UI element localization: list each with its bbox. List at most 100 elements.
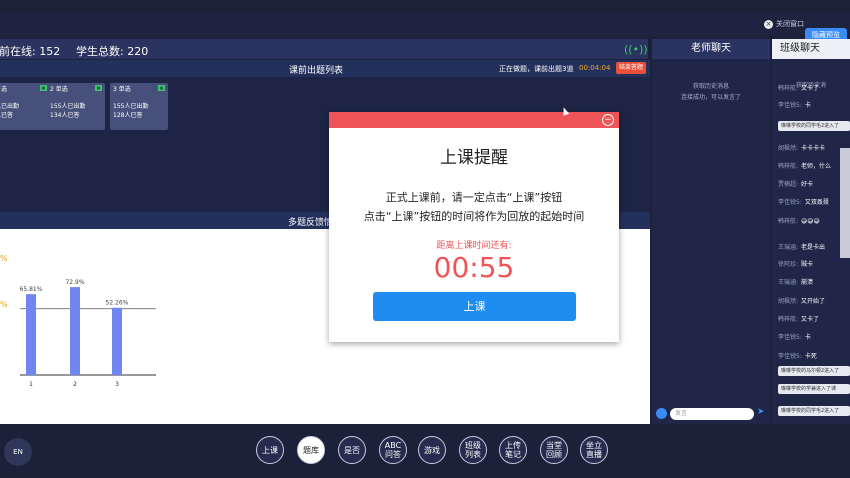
chat-message: 韩梓航: 老师，什么 [778, 161, 831, 170]
dialog-title: 上课提醒 [440, 148, 508, 168]
close-icon: × [764, 19, 773, 29]
question-attend: 155人已出勤 [113, 103, 149, 110]
question-card-3[interactable]: ▦ 3 单选 155人已出勤 128人已答 [110, 83, 168, 130]
toolbar-button[interactable]: 班级 列表 [459, 436, 487, 464]
question-list-title: 课前出题列表 [289, 66, 344, 76]
stats-bar: 前在线: 152 学生总数: 220 [0, 39, 648, 59]
toolbar-button[interactable]: 游戏 [418, 436, 446, 464]
teacher-input-row: 发言 ➤ [652, 403, 770, 424]
question-timer: 00:04:04 [579, 64, 611, 72]
chat-message: 王瑞涵: 老是卡出 [778, 242, 825, 251]
start-class-button[interactable]: 上课 [373, 292, 576, 321]
flag-icon: ▦ [95, 85, 102, 91]
chat-text: 又卡了 [801, 316, 820, 323]
countdown-timer: 00:55 [433, 251, 515, 284]
feedback-title: 多题反馈情 [288, 218, 334, 228]
teacher-chat-panel: 老师聊天 获取历史消息 连接成功，可以发言了 发言 ➤ [652, 39, 770, 424]
toolbar-button[interactable]: 坐立 直播 [580, 436, 608, 464]
chat-text: 好卡 [801, 181, 814, 188]
toolbar-button[interactable]: ABC 问答 [379, 436, 407, 464]
join-notice: 琳琳学校的同学毛2进入了 [778, 121, 850, 131]
join-notice: 琳琳学校的马尔顿2进入了 [778, 366, 850, 376]
chat-sender: 韩梓航: [778, 85, 799, 92]
toolbar-button[interactable]: 是否 [338, 436, 366, 464]
chat-sender: 李佳锐5: [778, 102, 802, 109]
scroll-edge[interactable] [840, 148, 850, 258]
question-attend: 155人已出勤 [50, 103, 86, 110]
chart-data-label: 52.26% [106, 300, 129, 307]
teacher-history-link[interactable]: 获取历史消息 [652, 81, 770, 90]
dialog-message-1: 正式上课前，请一定点击“上课”按钮 [385, 191, 563, 204]
chat-text: 卡死 [804, 353, 817, 360]
chat-sender: 徐阿珍: [778, 261, 799, 268]
flag-icon: ▦ [158, 85, 165, 91]
chat-sender: 韩梓航: [778, 316, 799, 323]
question-card-1[interactable]: ▦ 选 入已出勤 入已答 [0, 83, 50, 130]
chart-tick-label: 3 [115, 381, 119, 388]
question-status: 正在做题，课前出题3道 [499, 65, 574, 73]
close-window-label: 关闭窗口 [776, 20, 804, 28]
close-window-button[interactable]: × 关闭窗口 [764, 19, 804, 29]
flag-icon: ▦ [40, 85, 47, 91]
chart-data-label: 65.81% [20, 286, 43, 293]
bar-chart-svg: 65.81% 1 72.9% 2 52.26% 3 [20, 279, 156, 388]
chat-sender: 贾楠超: [778, 181, 799, 188]
chat-sender: 韩梓航: [778, 218, 799, 225]
online-count: 前在线: 152 [0, 45, 61, 58]
app-logo: EN [4, 438, 32, 466]
teacher-chat-input[interactable]: 发言 [670, 408, 754, 420]
chat-message: 李佳锐5: 卡 [778, 100, 811, 109]
chart-bar [112, 307, 122, 375]
countdown-label: 距离上课时间还有: [436, 241, 512, 251]
toolbar-button[interactable]: 上传 笔记 [499, 436, 527, 464]
sub-bar: × 关闭窗口 隐藏预览 [0, 12, 850, 42]
chat-text: 又卡了 [801, 85, 820, 92]
chat-message: 李佳锐5: 卡死 [778, 351, 817, 360]
chat-message: 胡枫然: 卡卡卡卡 [778, 143, 825, 152]
chat-message: 胡枫然: 又开始了 [778, 296, 825, 305]
chat-message: 徐阿珍: 贼卡 [778, 259, 813, 268]
chart-bar [70, 287, 80, 375]
signal-icon: ((•)) [624, 43, 648, 56]
chat-message: 贾楠超: 好卡 [778, 179, 813, 188]
chat-sender: 李佳锐5: [778, 199, 802, 206]
chat-text: 又双叒叕 [804, 199, 829, 206]
chat-message: 李佳锐5: 卡 [778, 332, 811, 341]
question-answered: 134人已答 [50, 112, 80, 119]
chat-message: 李佳锐5: 又双叒叕 [778, 197, 829, 206]
chart-data-label: 72.9% [65, 279, 84, 286]
toolbar-button[interactable]: 当堂 回顾 [540, 436, 568, 464]
total-students: 学生总数: 220 [76, 45, 149, 58]
question-card-2[interactable]: ▦ 2 单选 155人已出勤 134人已答 [47, 83, 105, 130]
chart-tick-label: 2 [73, 381, 77, 388]
chat-text: 老师，什么 [801, 163, 832, 170]
chat-sender: 王瑞涵: [778, 244, 799, 251]
chat-text: 贼卡 [801, 261, 814, 268]
close-icon[interactable]: − [602, 114, 614, 126]
chat-text: 老是卡出 [801, 244, 826, 251]
toolbar-button[interactable]: 上课 [256, 436, 284, 464]
emoji-icon[interactable] [656, 408, 667, 419]
chat-text: 崩溃 [801, 279, 814, 286]
chart-bar [26, 294, 36, 375]
question-answered: 128人已答 [113, 112, 143, 119]
send-icon[interactable]: ➤ [757, 407, 765, 417]
question-attend: 入已出勤 [0, 103, 20, 110]
chat-message: 王瑞涵: 崩溃 [778, 277, 813, 286]
end-answer-button[interactable]: 结束答题 [616, 62, 646, 74]
chat-sender: 王瑞涵: [778, 279, 799, 286]
chat-message: 韩梓航: 又卡了 [778, 83, 819, 92]
teacher-chat-body: 获取历史消息 连接成功，可以发言了 [652, 59, 770, 404]
class-chat-title: 班级聊天 [772, 39, 850, 59]
dialog-title-bar: − [329, 112, 619, 128]
question-list-header: 课前出题列表 正在做题，课前出题3道 00:04:04 结束答题 [0, 60, 650, 77]
chat-text: 😅😅😅 [801, 218, 820, 225]
toolbar-button[interactable]: 题库 [297, 436, 325, 464]
teacher-chat-title: 老师聊天 [652, 39, 770, 59]
chat-text: 卡 [804, 102, 811, 109]
question-answered: 入已答 [0, 112, 14, 119]
dialog-message-2: 点击“上课”按钮的时间将作为回放的起始时间 [363, 210, 585, 223]
chat-sender: 李佳锐5: [778, 334, 802, 341]
chat-message: 韩梓航: 😅😅😅 [778, 216, 820, 225]
chat-message: 韩梓航: 又卡了 [778, 314, 819, 323]
